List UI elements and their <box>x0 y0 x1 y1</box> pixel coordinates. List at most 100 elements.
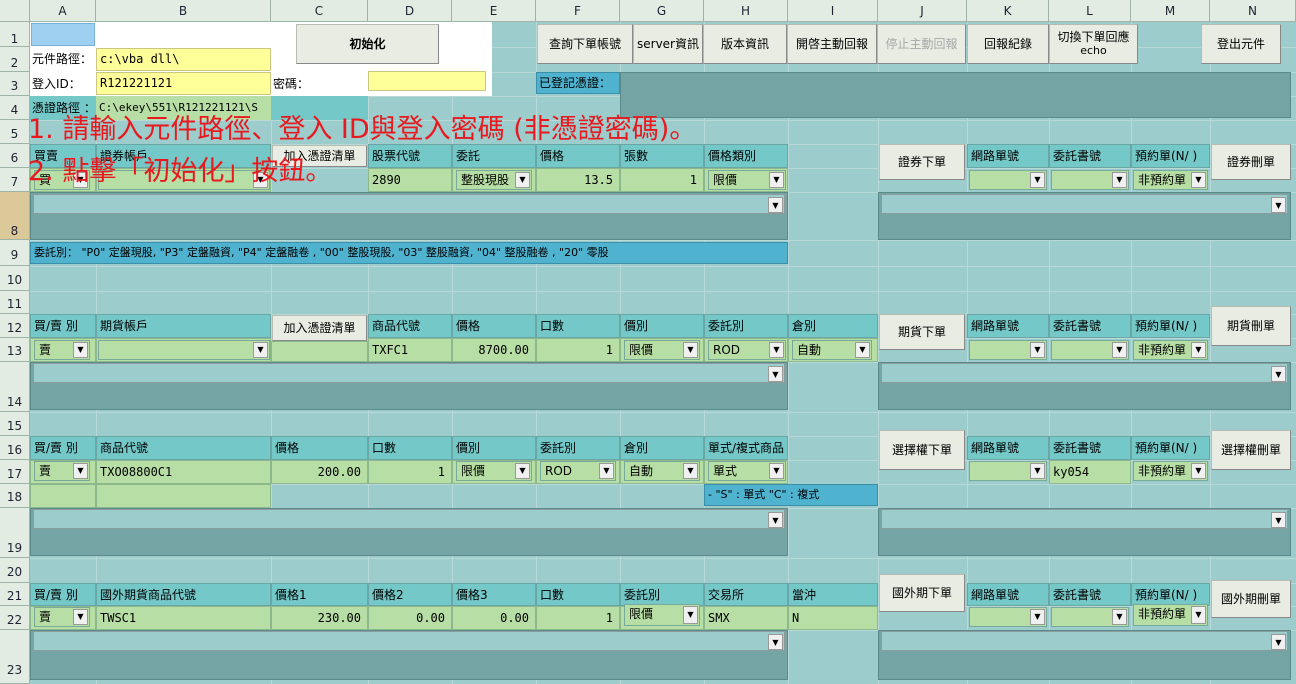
row-header-20[interactable]: 20 <box>0 558 30 583</box>
server-info-button[interactable]: server資訊 <box>633 24 703 64</box>
opt-delete-button[interactable]: 選擇權刪單 <box>1211 430 1291 470</box>
fut-add-cert-button[interactable]: 加入憑證清單 <box>272 315 367 341</box>
stock-price-type-select[interactable]: 限價 ▼ <box>708 170 786 190</box>
row-header-3[interactable]: 3 <box>0 72 30 96</box>
start-callback-button[interactable]: 開啓主動回報 <box>787 24 877 64</box>
fut-price-kind-select[interactable]: 限價 ▼ <box>624 340 700 360</box>
col-header-k[interactable]: K <box>967 0 1049 22</box>
row-header-13[interactable]: 13 <box>0 338 30 362</box>
col-header-a[interactable]: A <box>30 0 96 22</box>
opt-result-select[interactable]: ▼ <box>881 509 1288 529</box>
selected-cell-a1[interactable] <box>31 23 95 46</box>
fut-net-no-select[interactable]: ▼ <box>969 340 1047 360</box>
password-input[interactable] <box>368 71 486 91</box>
opt-position-select[interactable]: 自動 ▼ <box>624 461 700 481</box>
fut-position-select[interactable]: 自動 ▼ <box>792 340 872 360</box>
ff-cert-select[interactable]: ▼ <box>33 631 785 651</box>
col-header-n[interactable]: N <box>1210 0 1296 22</box>
fut-result-select[interactable]: ▼ <box>881 363 1288 383</box>
stock-result-list[interactable]: ▼ <box>878 192 1291 240</box>
opt-reserve-select[interactable]: 非預約單 ▼ <box>1133 461 1208 481</box>
login-id-input[interactable]: R121221121 <box>96 72 271 95</box>
col-header-d[interactable]: D <box>368 0 452 22</box>
col-header-m[interactable]: M <box>1131 0 1210 22</box>
version-info-button[interactable]: 版本資訊 <box>703 24 787 64</box>
ff-reserve-select[interactable]: 非預約單 ▼ <box>1133 604 1208 626</box>
fut-result-list[interactable]: ▼ <box>878 362 1291 410</box>
ff-order-kind-select[interactable]: 限價 ▼ <box>624 604 700 626</box>
col-header-g[interactable]: G <box>620 0 704 22</box>
fut-code-input[interactable]: TXFC1 <box>368 338 452 362</box>
stock-price-input[interactable]: 13.5 <box>536 168 620 192</box>
row-header-5[interactable]: 5 <box>0 120 30 144</box>
ff-net-no-select[interactable]: ▼ <box>969 607 1047 627</box>
component-path-input[interactable]: c:\vba dll\ <box>96 48 271 71</box>
row-header-15[interactable]: 15 <box>0 412 30 436</box>
ff-daytrade-input[interactable]: N <box>788 606 878 630</box>
stock-net-no-select[interactable]: ▼ <box>969 170 1047 190</box>
row-header-1[interactable]: 1 <box>0 22 30 47</box>
row-header-22[interactable]: 22 <box>0 606 30 630</box>
logout-button[interactable]: 登出元件 <box>1201 24 1281 64</box>
stock-cert-select[interactable]: ▼ <box>33 194 785 214</box>
row-header-8[interactable]: 8 <box>0 192 30 240</box>
row-header-23[interactable]: 23 <box>0 630 30 684</box>
opt-code-input[interactable]: TXO08800C1 <box>96 460 271 484</box>
ff-book-no-select[interactable]: ▼ <box>1051 607 1129 627</box>
row-header-4[interactable]: 4 <box>0 96 30 120</box>
row-header-16[interactable]: 16 <box>0 436 30 460</box>
col-header-j[interactable]: J <box>878 0 967 22</box>
stock-reserve-select[interactable]: 非預約單 ▼ <box>1133 170 1208 190</box>
ff-price3-input[interactable]: 0.00 <box>452 606 536 630</box>
fut-qty-input[interactable]: 1 <box>536 338 620 362</box>
fut-buysell-select[interactable]: 賣 ▼ <box>34 340 90 360</box>
stock-order-type-select[interactable]: 整股現股 ▼ <box>456 170 532 190</box>
ff-cert-list[interactable]: ▼ <box>30 630 788 680</box>
row-header-2[interactable]: 2 <box>0 47 30 72</box>
opt-order-kind-select[interactable]: ROD ▼ <box>540 461 616 481</box>
stock-result-select[interactable]: ▼ <box>881 194 1288 214</box>
ff-buysell-select[interactable]: 賣 ▼ <box>34 607 90 627</box>
stock-order-button[interactable]: 證券下單 <box>879 144 965 180</box>
ff-price1-input[interactable]: 230.00 <box>271 606 368 630</box>
stock-cert-list[interactable]: ▼ <box>30 192 788 240</box>
select-all-corner[interactable] <box>0 0 30 22</box>
col-header-i[interactable]: I <box>788 0 878 22</box>
row-header-11[interactable]: 11 <box>0 291 30 314</box>
ff-price2-input[interactable]: 0.00 <box>368 606 452 630</box>
ff-qty-input[interactable]: 1 <box>536 606 620 630</box>
fut-account-select[interactable]: ▼ <box>98 340 270 360</box>
row-header-10[interactable]: 10 <box>0 266 30 291</box>
stock-book-no-select[interactable]: ▼ <box>1051 170 1129 190</box>
row-header-12[interactable]: 12 <box>0 314 30 338</box>
opt-qty-input[interactable]: 1 <box>368 460 452 484</box>
fut-cert-list[interactable]: ▼ <box>30 362 788 410</box>
fut-reserve-select[interactable]: 非預約單 ▼ <box>1133 340 1208 360</box>
row-header-18[interactable]: 18 <box>0 484 30 508</box>
row-header-9[interactable]: 9 <box>0 240 30 266</box>
row-header-6[interactable]: 6 <box>0 144 30 168</box>
row-header-19[interactable]: 19 <box>0 508 30 558</box>
row-header-21[interactable]: 21 <box>0 583 30 606</box>
col-header-b[interactable]: B <box>96 0 271 22</box>
ff-exchange-input[interactable]: SMX <box>704 606 788 630</box>
registered-cert-list[interactable] <box>620 72 1291 118</box>
callback-log-button[interactable]: 回報紀錄 <box>967 24 1049 64</box>
opt-single-combo-select[interactable]: 單式 ▼ <box>708 461 786 481</box>
row-header-7[interactable]: 7 <box>0 168 30 192</box>
col-header-h[interactable]: H <box>704 0 788 22</box>
opt-price-input[interactable]: 200.00 <box>271 460 368 484</box>
col-header-c[interactable]: C <box>271 0 368 22</box>
col-header-l[interactable]: L <box>1049 0 1131 22</box>
ff-order-button[interactable]: 國外期下單 <box>879 574 965 612</box>
opt-cert-select[interactable]: ▼ <box>33 509 785 529</box>
stock-delete-button[interactable]: 證券刪單 <box>1211 144 1291 180</box>
opt-result-list[interactable]: ▼ <box>878 508 1291 556</box>
switch-echo-button[interactable]: 切換下單回應 echo <box>1049 24 1138 64</box>
fut-cert-select[interactable]: ▼ <box>33 363 785 383</box>
fut-order-button[interactable]: 期貨下單 <box>879 314 965 350</box>
col-header-e[interactable]: E <box>452 0 536 22</box>
stock-qty-input[interactable]: 1 <box>620 168 704 192</box>
opt-buysell-select[interactable]: 賣 ▼ <box>34 461 90 481</box>
fut-price-input[interactable]: 8700.00 <box>452 338 536 362</box>
